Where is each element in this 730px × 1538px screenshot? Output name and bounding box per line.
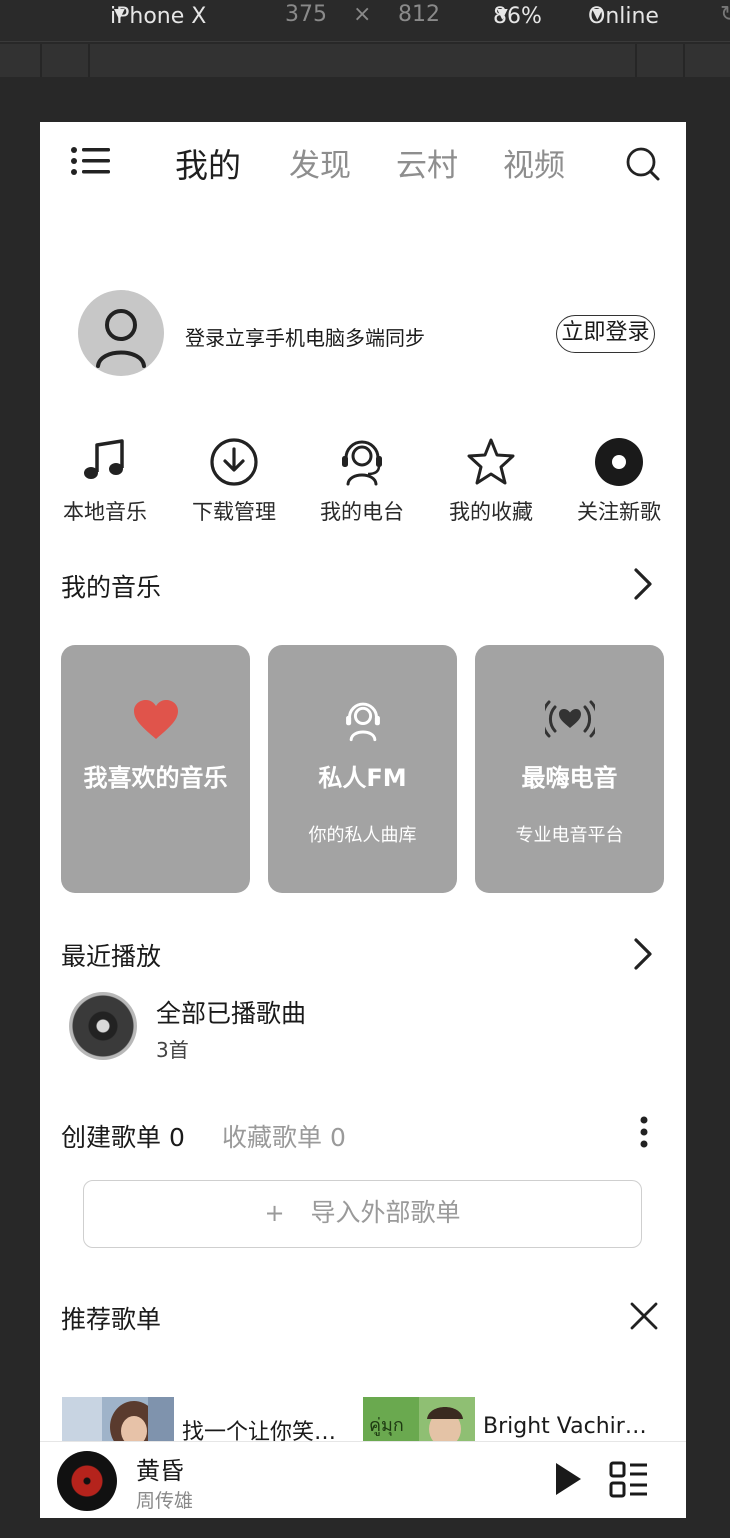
card-private-fm[interactable]: 私人FM 你的私人曲库 bbox=[268, 645, 457, 893]
quick-action-label: 我的电台 bbox=[320, 500, 404, 524]
quick-action-new-songs[interactable]: 关注新歌 bbox=[559, 436, 679, 526]
more-vertical-icon[interactable] bbox=[638, 1115, 650, 1153]
dimension-separator: × bbox=[353, 2, 372, 27]
user-icon bbox=[96, 309, 146, 368]
width-field[interactable]: 375 bbox=[285, 2, 327, 27]
import-playlist-button[interactable]: + 导入外部歌单 bbox=[83, 1180, 642, 1248]
quick-action-local-music[interactable]: 本地音乐 bbox=[45, 436, 165, 526]
plus-icon: + bbox=[264, 1199, 285, 1227]
artist-name: 周传雄 bbox=[136, 1490, 194, 1512]
album-cover[interactable] bbox=[69, 992, 137, 1060]
playlist-cover-image[interactable] bbox=[62, 1397, 174, 1445]
quick-action-label: 下载管理 bbox=[192, 500, 276, 524]
download-icon bbox=[210, 438, 258, 486]
headset-icon bbox=[345, 702, 380, 742]
recent-title: 最近播放 bbox=[61, 942, 162, 971]
quick-action-my-radio[interactable]: 我的电台 bbox=[302, 436, 422, 526]
disc-icon bbox=[595, 438, 643, 486]
close-icon[interactable] bbox=[629, 1301, 659, 1335]
height-field[interactable]: 812 bbox=[398, 2, 440, 27]
tab-discover[interactable]: 发现 bbox=[289, 140, 351, 185]
playlist-cover-image[interactable]: คู่มุก bbox=[363, 1397, 475, 1445]
card-electronic[interactable]: 最嗨电音 专业电音平台 bbox=[475, 645, 664, 893]
media-query-bar bbox=[0, 44, 730, 77]
my-music-title: 我的音乐 bbox=[61, 573, 162, 602]
search-icon[interactable] bbox=[625, 146, 661, 186]
play-icon[interactable] bbox=[553, 1461, 583, 1501]
login-button[interactable]: 立即登录 bbox=[556, 315, 655, 353]
quick-action-label: 本地音乐 bbox=[63, 500, 147, 524]
music-note-icon bbox=[84, 439, 124, 479]
import-label: 导入外部歌单 bbox=[310, 1198, 461, 1227]
rotate-icon[interactable]: ↻ bbox=[720, 2, 730, 27]
recommended-title: 推荐歌单 bbox=[61, 1305, 162, 1334]
radio-dj-icon bbox=[342, 440, 382, 486]
recent-item-title[interactable]: 全部已播歌曲 bbox=[156, 994, 306, 1030]
menu-icon[interactable] bbox=[70, 146, 112, 180]
devtools-toolbar: iPhone X ▼ 375 × 812 86% ▼ Online ▼ ↻ bbox=[0, 0, 730, 42]
recent-item-count: 3首 bbox=[156, 1038, 189, 1062]
svg-text:คู่มุก: คู่มุก bbox=[369, 1415, 404, 1436]
chevron-right-icon[interactable] bbox=[631, 566, 655, 606]
album-cover[interactable] bbox=[57, 1451, 117, 1511]
quick-action-download[interactable]: 下载管理 bbox=[174, 436, 294, 526]
card-subtitle: 你的私人曲库 bbox=[308, 825, 417, 846]
broadcast-heart-icon bbox=[544, 700, 595, 738]
song-title: 黄昏 bbox=[136, 1457, 184, 1485]
phone-viewport: 我的 发现 云村 视频 登录立享手机电脑多端同步 立即登录 本地音乐 下载管理 bbox=[40, 122, 686, 1518]
mini-player[interactable]: 黄昏 周传雄 bbox=[40, 1441, 686, 1518]
tab-mine[interactable]: 我的 bbox=[175, 139, 241, 187]
quick-action-label: 我的收藏 bbox=[449, 500, 533, 524]
heart-icon bbox=[133, 700, 178, 739]
card-subtitle: 专业电音平台 bbox=[515, 825, 624, 846]
avatar[interactable] bbox=[78, 290, 164, 376]
star-icon bbox=[467, 438, 515, 485]
network-select[interactable]: Online ▼ bbox=[588, 2, 659, 29]
login-hint: 登录立享手机电脑多端同步 bbox=[185, 326, 425, 350]
chevron-right-icon[interactable] bbox=[631, 936, 655, 976]
card-title: 我喜欢的音乐 bbox=[83, 764, 228, 792]
tab-video[interactable]: 视频 bbox=[503, 140, 565, 185]
card-title: 最嗨电音 bbox=[521, 764, 618, 792]
quick-action-label: 关注新歌 bbox=[577, 500, 661, 524]
card-title: 私人FM bbox=[318, 764, 407, 792]
tab-created-playlists[interactable]: 创建歌单 0 bbox=[61, 1118, 185, 1154]
tab-collected-playlists[interactable]: 收藏歌单 0 bbox=[222, 1118, 346, 1154]
card-liked-music[interactable]: 我喜欢的音乐 bbox=[61, 645, 250, 893]
quick-action-favorites[interactable]: 我的收藏 bbox=[431, 436, 551, 526]
zoom-select[interactable]: 86% ▼ bbox=[493, 2, 542, 29]
device-select[interactable]: iPhone X ▼ bbox=[110, 2, 206, 29]
playlist-icon[interactable] bbox=[609, 1461, 649, 1503]
recommended-playlist-title[interactable]: Bright Vachir… bbox=[483, 1414, 647, 1439]
tab-village[interactable]: 云村 bbox=[396, 140, 458, 185]
